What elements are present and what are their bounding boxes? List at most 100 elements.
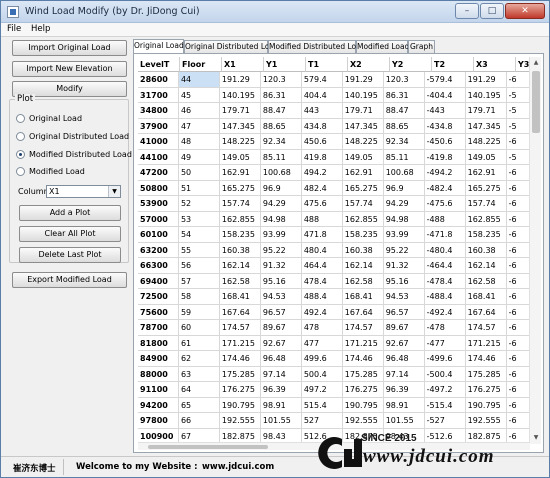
table-cell[interactable]: 515.4 bbox=[301, 397, 343, 413]
table-row[interactable]: 37900 47 147.345 88.65 434.8 147.345 88.65 -434… bbox=[138, 118, 530, 134]
table-cell[interactable]: 86.31 bbox=[260, 87, 302, 103]
table-cell[interactable]: 162.58 bbox=[219, 273, 261, 289]
table-cell[interactable]: 62 bbox=[178, 351, 220, 367]
row-header-cell[interactable]: 97800 bbox=[138, 413, 179, 429]
table-row[interactable]: 94200 65 190.795 98.91 515.4 190.795 98.91 -515… bbox=[138, 397, 530, 413]
table-cell[interactable]: -6 bbox=[506, 165, 530, 181]
table-cell[interactable]: 419.8 bbox=[301, 149, 343, 165]
table-cell[interactable]: 149.05 bbox=[465, 149, 507, 165]
table-cell[interactable]: -404.4 bbox=[424, 87, 466, 103]
table-cell[interactable]: 171.215 bbox=[465, 335, 507, 351]
table-cell[interactable]: 96.39 bbox=[383, 382, 425, 398]
import-original-load-button[interactable]: Import Original Load bbox=[12, 40, 127, 56]
table-cell[interactable]: 140.195 bbox=[465, 87, 507, 103]
table-cell[interactable]: 579.4 bbox=[301, 72, 343, 88]
row-header-cell[interactable]: 53900 bbox=[138, 196, 179, 212]
radio-dot-selected[interactable] bbox=[16, 150, 25, 159]
table-cell[interactable]: 174.46 bbox=[219, 351, 261, 367]
table-cell[interactable]: 192.555 bbox=[465, 413, 507, 429]
table-cell[interactable]: 96.48 bbox=[383, 351, 425, 367]
row-header-cell[interactable]: 50800 bbox=[138, 180, 179, 196]
table-cell[interactable]: 86.31 bbox=[383, 87, 425, 103]
row-header-cell[interactable]: 75600 bbox=[138, 304, 179, 320]
table-cell[interactable]: 46 bbox=[178, 103, 220, 119]
radio-dot[interactable] bbox=[16, 114, 25, 123]
table-cell[interactable]: 404.4 bbox=[301, 87, 343, 103]
table-cell[interactable]: 89.67 bbox=[260, 320, 302, 336]
table-cell[interactable]: 162.14 bbox=[219, 258, 261, 274]
table-cell[interactable]: 179.71 bbox=[465, 103, 507, 119]
column-header[interactable]: Y1 bbox=[264, 57, 306, 72]
table-cell[interactable]: 475.6 bbox=[301, 196, 343, 212]
status-website-link[interactable]: www.jdcui.com bbox=[202, 462, 274, 472]
table-row[interactable]: 97800 66 192.555 101.55 527 192.555 101.55 -527… bbox=[138, 413, 530, 429]
table-cell[interactable]: 497.2 bbox=[301, 382, 343, 398]
table-cell[interactable]: 96.9 bbox=[383, 180, 425, 196]
table-row[interactable]: 47200 50 162.91 100.68 494.2 162.91 100.68 -494… bbox=[138, 165, 530, 181]
column-header[interactable]: T2 bbox=[432, 57, 474, 72]
table-cell[interactable]: 162.58 bbox=[465, 273, 507, 289]
table-cell[interactable]: -419.8 bbox=[424, 149, 466, 165]
column-header[interactable]: LevelT bbox=[138, 57, 180, 72]
table-cell[interactable]: 482.4 bbox=[301, 180, 343, 196]
table-cell[interactable]: 45 bbox=[178, 87, 220, 103]
table-cell[interactable]: 96.39 bbox=[260, 382, 302, 398]
table-cell[interactable]: 492.4 bbox=[301, 304, 343, 320]
title-bar[interactable]: Wind Load Modify (by Dr. JiDong Cui) – □… bbox=[1, 1, 549, 23]
row-header-cell[interactable]: 63200 bbox=[138, 242, 179, 258]
table-cell[interactable]: 171.215 bbox=[219, 335, 261, 351]
table-cell[interactable]: -6 bbox=[506, 196, 530, 212]
table-cell[interactable]: 171.215 bbox=[342, 335, 384, 351]
table-cell[interactable]: 94.29 bbox=[383, 196, 425, 212]
table-cell[interactable]: 168.41 bbox=[219, 289, 261, 305]
table-cell[interactable]: 488.4 bbox=[301, 289, 343, 305]
table-cell[interactable]: 162.855 bbox=[219, 211, 261, 227]
table-cell[interactable]: -527 bbox=[424, 413, 466, 429]
table-cell[interactable]: 88.47 bbox=[260, 103, 302, 119]
column-header[interactable]: Floor bbox=[180, 57, 222, 72]
table-row[interactable]: 81800 61 171.215 92.67 477 171.215 92.67 -477 17… bbox=[138, 335, 530, 351]
table-cell[interactable]: 100.68 bbox=[383, 165, 425, 181]
table-cell[interactable]: 94.29 bbox=[260, 196, 302, 212]
column-header[interactable]: Y2 bbox=[390, 57, 432, 72]
table-cell[interactable]: 53 bbox=[178, 211, 220, 227]
table-cell[interactable]: 100.68 bbox=[260, 165, 302, 181]
table-cell[interactable]: 63 bbox=[178, 366, 220, 382]
table-cell[interactable]: 450.6 bbox=[301, 134, 343, 150]
table-cell[interactable]: -6 bbox=[506, 273, 530, 289]
table-cell[interactable]: -6 bbox=[506, 258, 530, 274]
table-cell[interactable]: 167.64 bbox=[465, 304, 507, 320]
table-cell[interactable]: -6 bbox=[506, 320, 530, 336]
table-cell[interactable]: -5 bbox=[506, 87, 530, 103]
table-cell[interactable]: 494.2 bbox=[301, 165, 343, 181]
add-plot-button[interactable]: Add a Plot bbox=[19, 205, 121, 221]
table-cell[interactable]: 162.14 bbox=[465, 258, 507, 274]
table-cell[interactable]: 95.22 bbox=[383, 242, 425, 258]
table-cell[interactable]: 162.58 bbox=[342, 273, 384, 289]
table-cell[interactable]: 51 bbox=[178, 180, 220, 196]
table-cell[interactable]: 168.41 bbox=[465, 289, 507, 305]
table-cell[interactable]: 88.65 bbox=[383, 118, 425, 134]
radio-original-distributed-load[interactable]: Original Distributed Load bbox=[16, 132, 129, 141]
table-row[interactable]: 75600 59 167.64 96.57 492.4 167.64 96.57 -492.4… bbox=[138, 304, 530, 320]
table-cell[interactable]: 192.555 bbox=[342, 413, 384, 429]
table-cell[interactable]: 149.05 bbox=[219, 149, 261, 165]
table-cell[interactable]: 92.34 bbox=[383, 134, 425, 150]
table-cell[interactable]: 96.9 bbox=[260, 180, 302, 196]
table-row[interactable]: 78700 60 174.57 89.67 478 174.57 89.67 -478 174.… bbox=[138, 320, 530, 336]
table-cell[interactable]: 55 bbox=[178, 242, 220, 258]
table-cell[interactable]: 147.345 bbox=[465, 118, 507, 134]
table-cell[interactable]: 527 bbox=[301, 413, 343, 429]
table-cell[interactable]: -478 bbox=[424, 320, 466, 336]
table-cell[interactable]: 175.285 bbox=[219, 366, 261, 382]
row-header-cell[interactable]: 44100 bbox=[138, 149, 179, 165]
table-cell[interactable]: 157.74 bbox=[342, 196, 384, 212]
table-cell[interactable]: 101.55 bbox=[383, 413, 425, 429]
row-header-cell[interactable]: 57000 bbox=[138, 211, 179, 227]
table-cell[interactable]: 48 bbox=[178, 134, 220, 150]
table-cell[interactable]: -515.4 bbox=[424, 397, 466, 413]
table-row[interactable]: 34800 46 179.71 88.47 443 179.71 88.47 -443 179.… bbox=[138, 103, 530, 119]
table-cell[interactable]: 149.05 bbox=[342, 149, 384, 165]
table-cell[interactable]: 92.67 bbox=[383, 335, 425, 351]
table-cell[interactable]: 44 bbox=[178, 72, 220, 88]
